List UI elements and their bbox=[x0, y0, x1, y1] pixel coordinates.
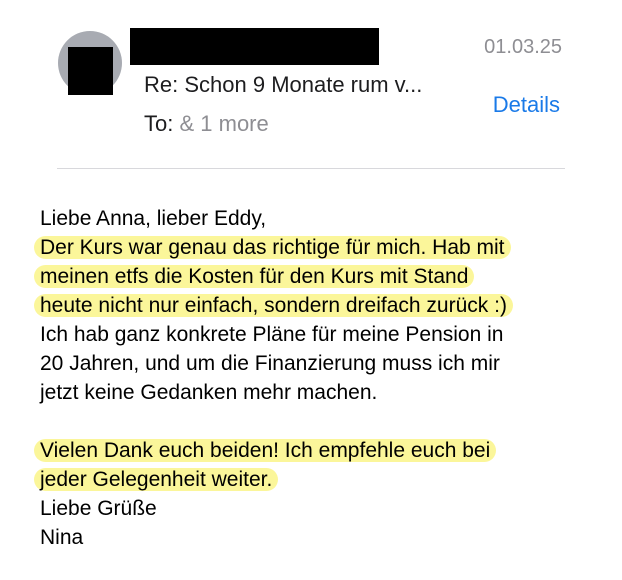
details-link[interactable]: Details bbox=[493, 92, 560, 118]
avatar-redaction bbox=[68, 47, 113, 95]
email-date: 01.03.25 bbox=[484, 36, 562, 58]
body-line: 20 Jahren, und um die Finanzierung muss … bbox=[40, 352, 500, 375]
highlighted-line: heute nicht nur einfach, sondern dreifac… bbox=[34, 291, 600, 320]
email-subject: Re: Schon 9 Monate rum v... bbox=[144, 72, 423, 97]
sender-avatar[interactable] bbox=[58, 31, 122, 95]
to-label: To: bbox=[144, 111, 174, 136]
email-body: Liebe Anna, lieber Eddy, Der Kurs war ge… bbox=[34, 204, 600, 552]
highlight-text: meinen etfs die Kosten für den Kurs mit … bbox=[34, 265, 475, 288]
more-recipients-link[interactable]: & 1 more bbox=[179, 111, 268, 136]
email-header: 01.03.25 Re: Schon 9 Monate rum v... Det… bbox=[0, 0, 622, 170]
highlighted-line: jeder Gelegenheit weiter. bbox=[34, 465, 600, 494]
closing: Liebe Grüße bbox=[40, 497, 157, 520]
highlight-text: heute nicht nur einfach, sondern dreifac… bbox=[34, 294, 513, 317]
highlight-text: Der Kurs war genau das richtige für mich… bbox=[34, 236, 511, 259]
header-divider bbox=[57, 168, 565, 169]
greeting: Liebe Anna, lieber Eddy, bbox=[40, 207, 267, 230]
highlighted-line: Der Kurs war genau das richtige für mich… bbox=[34, 233, 600, 262]
signature: Nina bbox=[40, 526, 84, 549]
recipients-line: To: & 1 more bbox=[144, 111, 269, 137]
highlighted-line: meinen etfs die Kosten für den Kurs mit … bbox=[34, 262, 600, 291]
sender-name-redaction bbox=[130, 28, 379, 65]
highlight-text: jeder Gelegenheit weiter. bbox=[34, 468, 279, 491]
highlight-text: Vielen Dank euch beiden! Ich empfehle eu… bbox=[34, 439, 497, 462]
body-line: jetzt keine Gedanken mehr machen. bbox=[40, 381, 378, 404]
highlighted-line: Vielen Dank euch beiden! Ich empfehle eu… bbox=[34, 436, 600, 465]
body-line: Ich hab ganz konkrete Pläne für meine Pe… bbox=[40, 323, 504, 346]
